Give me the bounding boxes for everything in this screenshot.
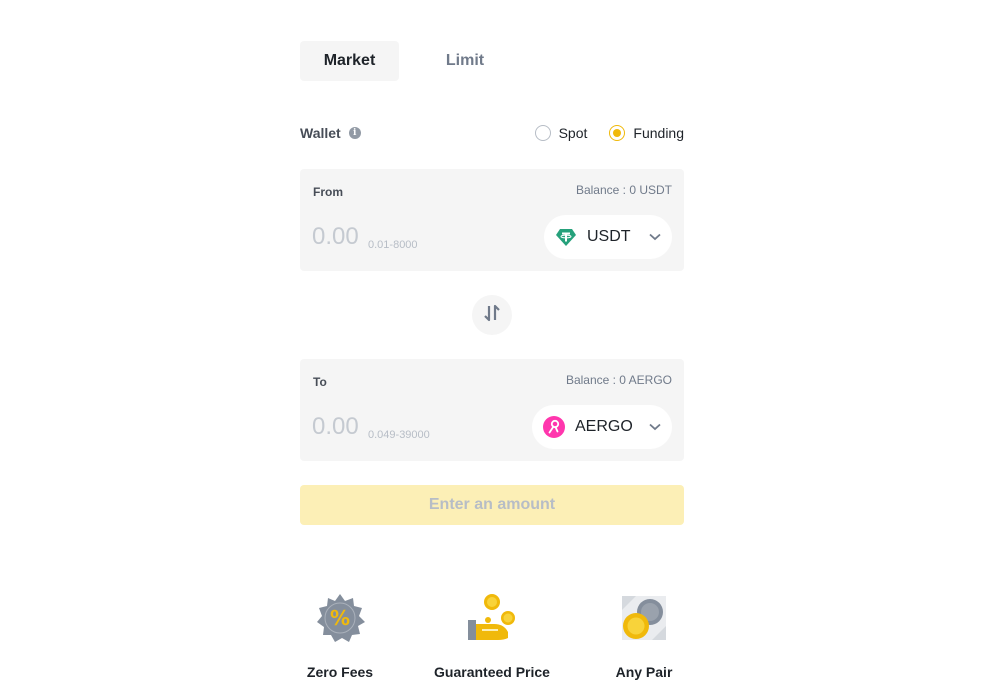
svg-text:%: % [330,606,350,630]
wallet-label: Wallet [300,125,341,141]
coins-hand-icon [464,590,520,646]
from-balance: Balance : 0 USDT [575,183,672,197]
order-type-tabs: Market Limit [300,41,531,81]
from-range-hint: 0.01-8000 [368,239,418,251]
feature-guaranteed-price: Guaranteed Price [432,590,552,680]
radio-spot[interactable]: Spot [534,125,588,141]
from-coin-select[interactable]: USDT [544,215,672,259]
to-range-hint: 0.049-39000 [368,429,430,441]
swap-direction-button[interactable] [472,295,512,335]
radio-funding-label: Funding [633,125,684,141]
feature-zero-fees-label: Zero Fees [306,664,374,680]
to-label: To [313,375,327,389]
from-coin-name: USDT [587,228,631,245]
usdt-icon [555,226,577,248]
tab-limit[interactable]: Limit [399,41,531,81]
radio-spot-label: Spot [558,125,588,141]
feature-zero-fees: % Zero Fees [300,590,380,680]
from-label: From [313,185,343,199]
aergo-icon [543,416,565,438]
to-coin-select[interactable]: AERGO [532,405,672,449]
to-balance: Balance : 0 AERGO [565,373,672,387]
tab-market[interactable]: Market [300,41,399,81]
chevron-down-icon [648,230,662,244]
percent-badge-icon: % [312,590,368,646]
chevron-down-icon [648,420,662,434]
swap-arrows-icon [483,304,501,327]
feature-any-pair-label: Any Pair [615,664,673,680]
radio-funding[interactable]: Funding [609,125,684,141]
radio-funding-circle[interactable] [609,125,626,141]
from-amount-input[interactable] [312,221,368,253]
to-panel: To Balance : 0 AERGO 0.049-39000 AERGO [300,359,684,461]
info-icon[interactable]: i [348,127,361,139]
wallet-radio-group: Spot Funding [513,125,684,141]
radio-spot-circle[interactable] [534,125,551,141]
wallet-row: Wallet i Spot Funding [300,120,684,146]
enter-amount-button[interactable]: Enter an amount [300,485,684,525]
to-coin-name: AERGO [575,418,633,435]
coin-pair-icon [616,590,672,646]
feature-guaranteed-price-label: Guaranteed Price [434,664,550,680]
to-amount-input[interactable] [312,411,368,443]
wallet-label-group: Wallet i [300,125,361,141]
from-panel: From Balance : 0 USDT 0.01-8000 USDT [300,169,684,271]
feature-any-pair: Any Pair [604,590,684,680]
